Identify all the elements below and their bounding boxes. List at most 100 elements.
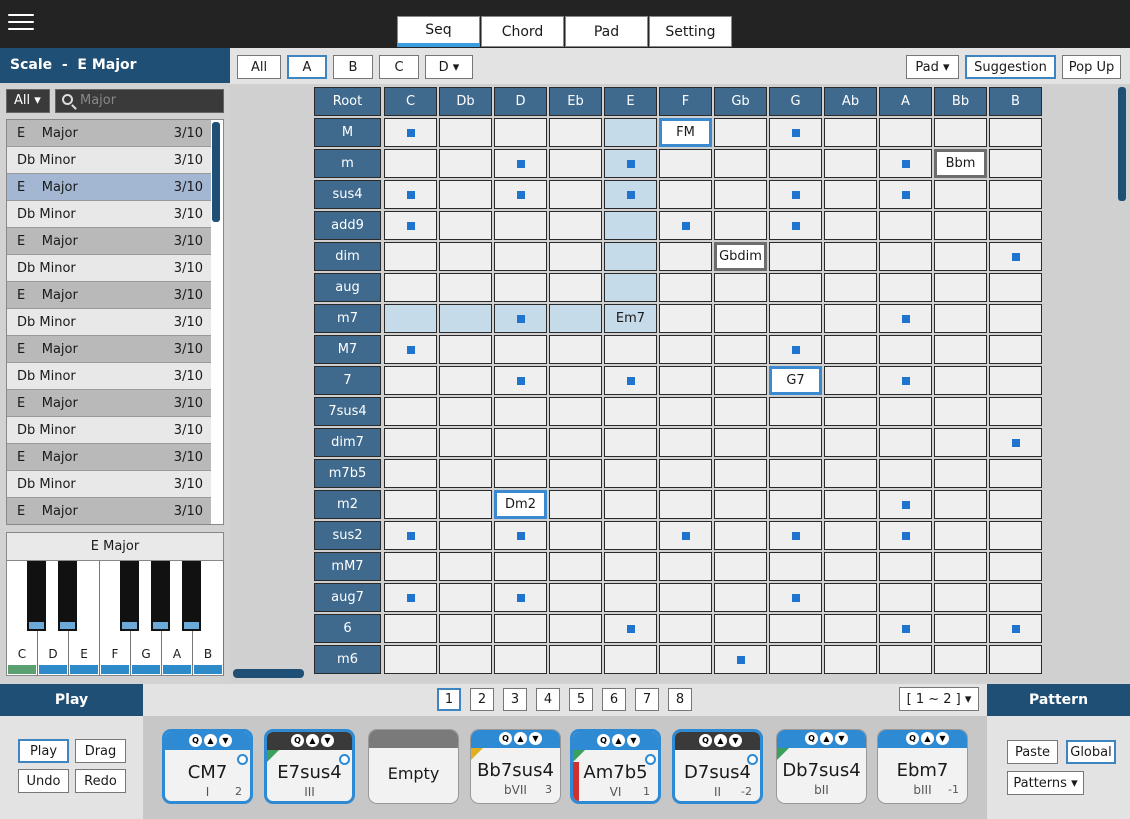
grid-cell[interactable] — [989, 428, 1042, 457]
grid-cell[interactable] — [659, 552, 712, 581]
grid-cell[interactable] — [769, 180, 822, 209]
grid-cell[interactable] — [604, 490, 657, 519]
piano-black-key[interactable] — [151, 561, 170, 631]
quantize-icon[interactable]: Q — [699, 734, 712, 747]
scale-list-item[interactable]: Db Minor 3/10 — [7, 471, 211, 498]
grid-cell[interactable] — [934, 490, 987, 519]
grid-row-header[interactable]: 6 — [314, 614, 381, 643]
popup-button[interactable]: Pop Up — [1062, 55, 1121, 79]
grid-cell[interactable] — [714, 583, 767, 612]
grid-cell[interactable] — [384, 490, 437, 519]
filter-button-0[interactable]: All — [237, 55, 281, 79]
grid-cell[interactable] — [604, 118, 657, 147]
grid-cell[interactable] — [439, 459, 492, 488]
tab-chord[interactable]: Chord — [481, 16, 564, 47]
grid-cell[interactable] — [384, 552, 437, 581]
grid-cell[interactable] — [604, 242, 657, 271]
grid-cell[interactable] — [879, 583, 932, 612]
grid-row-header[interactable]: aug — [314, 273, 381, 302]
grid-cell[interactable] — [769, 273, 822, 302]
scale-list-item[interactable]: E Major 3/10 — [7, 336, 211, 363]
filter-button-4[interactable]: D ▾ — [425, 55, 473, 79]
chord-card[interactable]: Q ▲ ▼ Bb7sus4 bVII 3 — [470, 729, 561, 804]
grid-cell[interactable] — [549, 428, 602, 457]
grid-cell[interactable] — [769, 552, 822, 581]
grid-cell[interactable] — [879, 490, 932, 519]
grid-cell[interactable] — [659, 180, 712, 209]
undo-button[interactable]: Undo — [18, 769, 69, 793]
scale-list-item[interactable]: E Major 3/10 — [7, 228, 211, 255]
scale-list-item[interactable]: Db Minor 3/10 — [7, 147, 211, 174]
grid-cell[interactable] — [659, 211, 712, 240]
grid-cell[interactable] — [824, 366, 877, 395]
grid-cell[interactable] — [769, 490, 822, 519]
piano-black-key[interactable] — [58, 561, 77, 631]
grid-cell[interactable] — [604, 397, 657, 426]
page-button-7[interactable]: 7 — [635, 688, 659, 711]
grid-cell[interactable] — [549, 459, 602, 488]
grid-cell[interactable] — [879, 335, 932, 364]
grid-cell[interactable] — [494, 211, 547, 240]
grid-cell[interactable] — [769, 149, 822, 178]
grid-cell[interactable] — [494, 304, 547, 333]
filter-button-2[interactable]: B — [333, 55, 373, 79]
grid-cell[interactable] — [549, 242, 602, 271]
grid-cell[interactable] — [879, 180, 932, 209]
grid-cell[interactable] — [494, 645, 547, 674]
grid-cell[interactable] — [384, 335, 437, 364]
grid-cell[interactable] — [384, 614, 437, 643]
grid-cell[interactable] — [384, 397, 437, 426]
grid-cell[interactable] — [714, 459, 767, 488]
filter-button-1[interactable]: A — [287, 55, 327, 79]
pad-select[interactable]: Pad ▾ — [906, 55, 959, 79]
scale-list-item[interactable]: Db Minor 3/10 — [7, 309, 211, 336]
move-down-icon[interactable]: ▼ — [219, 734, 232, 747]
grid-cell[interactable] — [714, 645, 767, 674]
grid-cell[interactable] — [714, 490, 767, 519]
move-up-icon[interactable]: ▲ — [714, 734, 727, 747]
grid-cell[interactable] — [934, 428, 987, 457]
tab-setting[interactable]: Setting — [649, 16, 732, 47]
chord-card[interactable]: Q ▲ ▼ E7sus4 III — [264, 729, 355, 804]
grid-cell[interactable] — [714, 366, 767, 395]
grid-cell[interactable] — [549, 614, 602, 643]
move-down-icon[interactable]: ▼ — [835, 732, 848, 745]
grid-row-header[interactable]: m — [314, 149, 381, 178]
scale-list-item[interactable]: Db Minor 3/10 — [7, 363, 211, 390]
filter-button-3[interactable]: C — [379, 55, 419, 79]
page-button-8[interactable]: 8 — [668, 688, 692, 711]
grid-cell[interactable] — [439, 242, 492, 271]
chord-card[interactable]: Q ▲ ▼ Am7b5 VI 1 — [570, 729, 661, 804]
patterns-select[interactable]: Patterns ▾ — [1007, 771, 1084, 795]
grid-row-header[interactable]: sus2 — [314, 521, 381, 550]
grid-cell[interactable] — [494, 397, 547, 426]
grid-cell[interactable] — [769, 428, 822, 457]
scale-list-item[interactable]: Db Minor 3/10 — [7, 255, 211, 282]
scale-list-item[interactable]: E Major 3/10 — [7, 498, 211, 524]
grid-row-header[interactable]: mM7 — [314, 552, 381, 581]
grid-row-header[interactable]: m6 — [314, 645, 381, 674]
grid-cell[interactable] — [549, 273, 602, 302]
chord-card[interactable]: Q ▲ ▼ Db7sus4 bII — [776, 729, 867, 804]
grid-cell[interactable] — [494, 521, 547, 550]
grid-cell[interactable] — [439, 273, 492, 302]
grid-cell[interactable] — [439, 428, 492, 457]
grid-row-header[interactable]: 7 — [314, 366, 381, 395]
scale-list-item[interactable]: E Major 3/10 — [7, 120, 211, 147]
scale-list-scrollbar[interactable] — [212, 122, 220, 222]
grid-cell[interactable] — [604, 149, 657, 178]
scale-list-item[interactable]: Db Minor 3/10 — [7, 417, 211, 444]
grid-cell[interactable] — [659, 273, 712, 302]
grid-cell[interactable] — [714, 211, 767, 240]
grid-cell[interactable] — [384, 118, 437, 147]
grid-cell[interactable] — [824, 304, 877, 333]
page-button-2[interactable]: 2 — [470, 688, 494, 711]
grid-cell[interactable] — [824, 490, 877, 519]
page-button-4[interactable]: 4 — [536, 688, 560, 711]
scale-search-input[interactable]: Major — [55, 89, 224, 113]
chord-card[interactable]: Q ▲ ▼ CM7 I 2 — [162, 729, 253, 804]
grid-cell[interactable] — [824, 180, 877, 209]
global-button[interactable]: Global — [1066, 740, 1116, 764]
grid-cell[interactable] — [494, 459, 547, 488]
grid-cell[interactable] — [824, 335, 877, 364]
